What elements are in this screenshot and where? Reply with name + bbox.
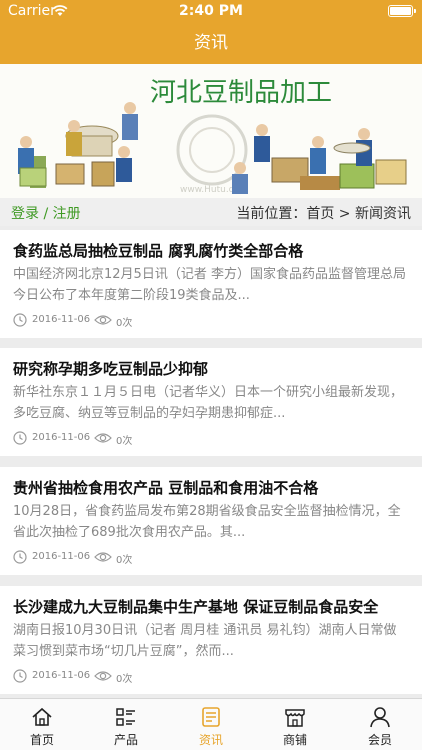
status-bar: Carrier 2:40 PM bbox=[0, 0, 422, 22]
tab-shop[interactable]: 商铺 bbox=[253, 699, 337, 750]
news-date: 2016-11-06 bbox=[32, 432, 91, 443]
tab-home[interactable]: 首页 bbox=[0, 699, 84, 750]
eye-icon bbox=[94, 671, 112, 681]
location-bar: 登录 / 注册 当前位置：首页 > 新闻资讯 bbox=[0, 198, 422, 226]
news-title: 长沙建成九大豆制品集中生产基地 保证豆制品食品安全 bbox=[13, 598, 379, 616]
news-title: 研究称孕期多吃豆制品少抑郁 bbox=[13, 360, 209, 378]
login-separator: / bbox=[43, 206, 49, 222]
news-date: 2016-11-06 bbox=[32, 551, 91, 562]
tab-home-label: 首页 bbox=[29, 733, 54, 747]
banner-title: 河北豆制品加工 bbox=[150, 78, 332, 108]
tab-products[interactable]: 产品 bbox=[84, 699, 168, 750]
news-item[interactable]: 贵州省抽检食用农产品 豆制品和食用油不合格 10月28日，省食药监局发布第28期… bbox=[0, 467, 422, 575]
news-date: 2016-11-06 bbox=[32, 670, 91, 681]
product-list-icon bbox=[116, 708, 135, 726]
news-views: 0次 bbox=[116, 436, 133, 447]
clock-icon bbox=[13, 669, 27, 683]
banner-illustration: www.Hutu.com 河北豆制品加工 bbox=[0, 64, 422, 198]
news-title: 贵州省抽检食用农产品 豆制品和食用油不合格 bbox=[13, 479, 319, 497]
register-link[interactable]: 注册 bbox=[53, 206, 81, 222]
tab-news-label: 资讯 bbox=[198, 733, 223, 747]
page-title: 资讯 bbox=[194, 33, 228, 53]
tab-member[interactable]: 会员 bbox=[338, 699, 422, 750]
tab-member-label: 会员 bbox=[367, 733, 392, 747]
eye-icon bbox=[94, 315, 112, 325]
news-title: 食药监总局抽检豆制品 腐乳腐竹类全部合格 bbox=[13, 242, 304, 260]
tab-products-label: 产品 bbox=[113, 733, 138, 747]
banner-image[interactable]: www.Hutu.com 河北豆制品加工 bbox=[0, 64, 422, 198]
tab-news[interactable]: 资讯 bbox=[169, 699, 253, 750]
news-date: 2016-11-06 bbox=[32, 314, 91, 325]
clock-icon bbox=[13, 431, 27, 445]
news-summary: 新华社东京１１月５日电（记者华义）日本一个研究小组最新发现，多吃豆腐、纳豆等豆制… bbox=[13, 385, 404, 421]
news-views: 0次 bbox=[116, 674, 133, 685]
shop-icon bbox=[285, 709, 305, 727]
member-icon bbox=[370, 707, 390, 728]
news-item[interactable]: 研究称孕期多吃豆制品少抑郁 新华社东京１１月５日电（记者华义）日本一个研究小组最… bbox=[0, 348, 422, 456]
news-icon bbox=[202, 707, 220, 727]
clock: 2:40 PM bbox=[179, 3, 243, 19]
news-views: 0次 bbox=[116, 555, 133, 566]
home-icon bbox=[32, 707, 52, 726]
news-views: 0次 bbox=[116, 318, 133, 329]
clock-icon bbox=[13, 313, 27, 327]
eye-icon bbox=[94, 552, 112, 562]
news-summary: 湖南日报10月30日讯（记者 周月桂 通讯员 易礼钧）湖南人日常做菜习惯到菜市场… bbox=[13, 623, 397, 659]
eye-icon bbox=[94, 433, 112, 443]
breadcrumb: 当前位置：首页 > 新闻资讯 bbox=[236, 206, 411, 222]
battery-icon bbox=[388, 5, 416, 17]
news-item[interactable]: 食药监总局抽检豆制品 腐乳腐竹类全部合格 中国经济网北京12月5日讯（记者 李方… bbox=[0, 230, 422, 338]
news-summary: 中国经济网北京12月5日讯（记者 李方）国家食品药品监督管理总局今日公布了本年度… bbox=[13, 267, 406, 303]
tab-shop-label: 商铺 bbox=[282, 733, 307, 747]
clock-icon bbox=[13, 550, 27, 564]
news-item[interactable]: 长沙建成九大豆制品集中生产基地 保证豆制品食品安全 湖南日报10月30日讯（记者… bbox=[0, 586, 422, 694]
login-register: 登录 / 注册 bbox=[11, 203, 81, 223]
news-summary: 10月28日，省食药监局发布第28期省级食品安全监督抽检情况，全省此次抽检了68… bbox=[13, 504, 401, 540]
tab-bar: 首页 产品 资讯 商铺 会员 bbox=[0, 698, 422, 750]
top-bar: Carrier 2:40 PM 资讯 bbox=[0, 0, 422, 64]
login-link[interactable]: 登录 bbox=[11, 206, 39, 222]
